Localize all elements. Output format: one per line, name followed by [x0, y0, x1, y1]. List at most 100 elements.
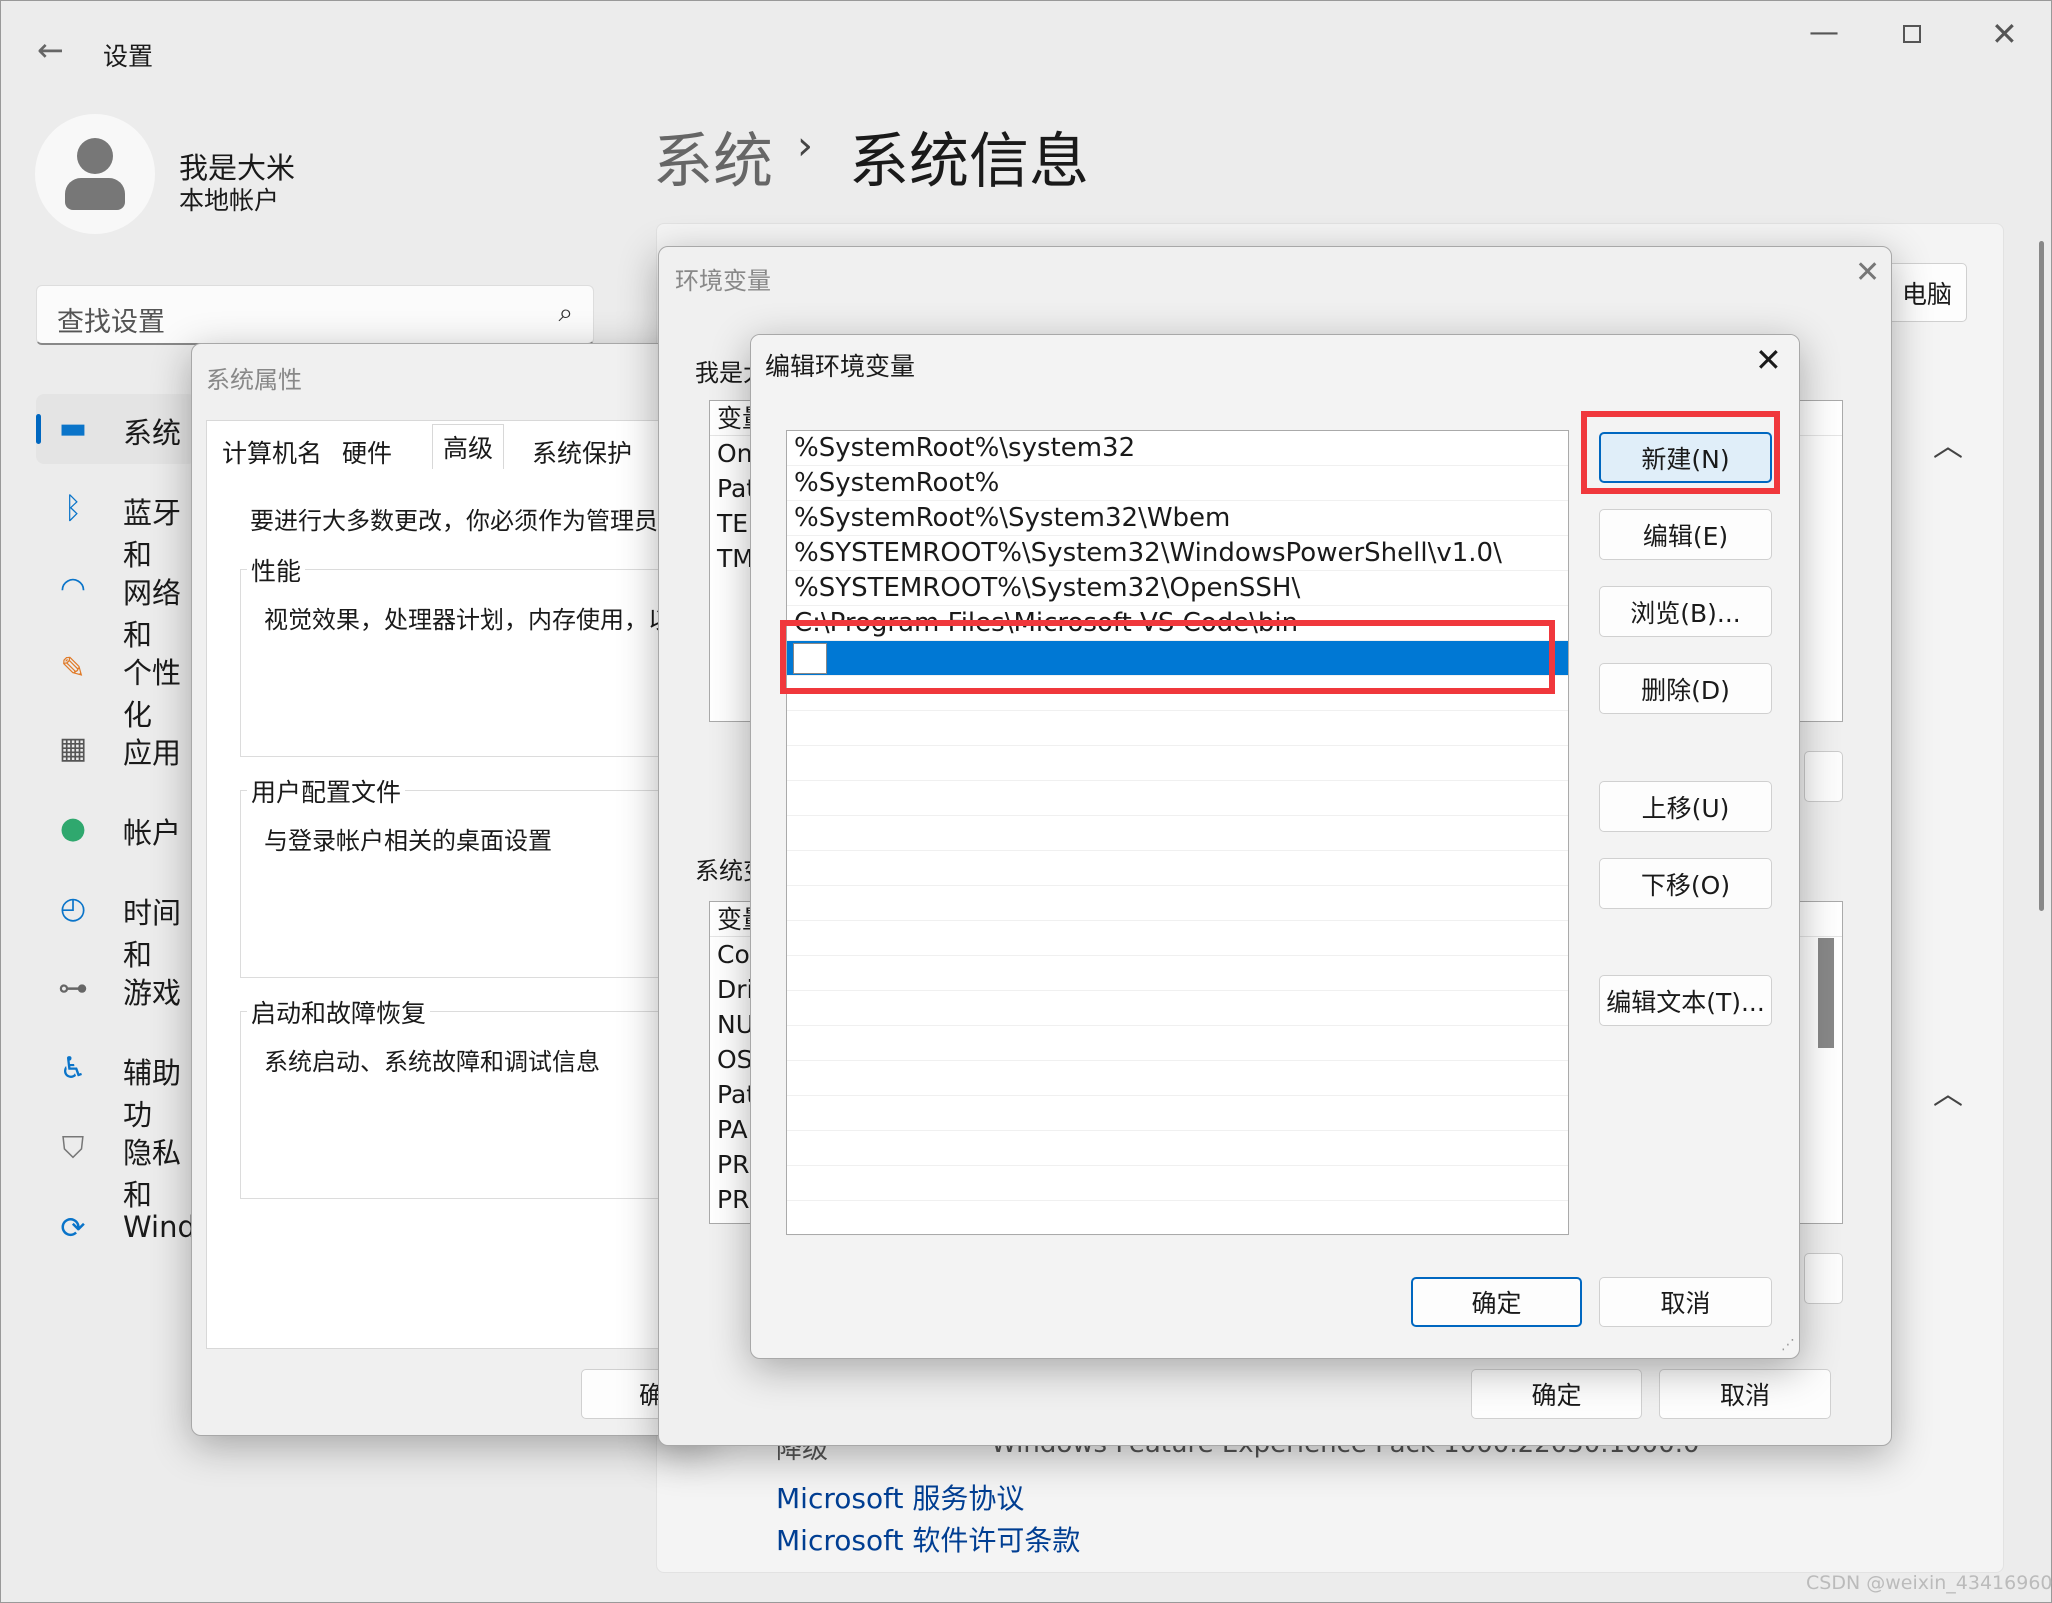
path-entry[interactable]	[787, 746, 1568, 781]
group-description: 与登录帐户相关的桌面设置	[264, 827, 552, 855]
path-entry-text: %SystemRoot%\system32	[794, 433, 1136, 463]
close-icon[interactable]: ✕	[1991, 15, 2018, 53]
clock-globe-icon: ◴	[59, 891, 87, 926]
path-entry[interactable]	[787, 851, 1568, 886]
page-title: 系统信息	[849, 127, 1089, 197]
chevron-up-icon[interactable]: ︿	[1933, 1069, 1963, 1113]
breadcrumb-parent[interactable]: 系统	[653, 113, 773, 200]
sidebar-item[interactable]: ᛒ 蓝牙和	[36, 474, 196, 573]
minimize-icon[interactable]: —	[1809, 15, 1839, 50]
tab[interactable]: 系统保护	[522, 430, 642, 474]
accessibility-icon: ♿	[59, 1051, 87, 1086]
avatar[interactable]	[35, 114, 155, 234]
wifi-icon: ◠	[59, 571, 87, 606]
person-icon	[77, 138, 113, 174]
search-placeholder: 查找设置	[57, 307, 165, 338]
cancel-button[interactable]: 取消	[1599, 1277, 1772, 1327]
path-entry[interactable]	[787, 1166, 1568, 1201]
ok-button[interactable]: 确定	[1471, 1369, 1642, 1419]
sidebar-item[interactable]: ▦ 应用	[36, 714, 196, 784]
path-entry[interactable]	[787, 886, 1568, 921]
highlight-new-button	[1581, 411, 1780, 494]
path-entry[interactable]	[787, 1026, 1568, 1061]
down-button[interactable]: 下移(O)	[1599, 858, 1772, 909]
resize-grip-icon[interactable]: ⋰	[1781, 1337, 1795, 1353]
shield-icon: ⛉	[61, 1131, 85, 1166]
scrollbar[interactable]	[2039, 241, 2044, 911]
group-label: 启动和故障恢复	[247, 994, 431, 1030]
path-entry[interactable]: %SystemRoot%	[787, 466, 1568, 501]
ok-button[interactable]: 确定	[1411, 1277, 1582, 1327]
person-icon: ●	[59, 811, 87, 846]
path-entry[interactable]: %SystemRoot%\system32	[787, 431, 1568, 466]
account-type: 本地帐户	[179, 186, 280, 215]
path-entry[interactable]	[787, 816, 1568, 851]
sidebar-item[interactable]: ◴ 时间和	[36, 874, 196, 973]
license-terms-link[interactable]: Microsoft 软件许可条款	[776, 1519, 1080, 1559]
sidebar-item[interactable]: ⟳ Windo	[36, 1194, 213, 1264]
system-properties-dialog: 系统属性 要进行大多数更改，你必须作为管理员登录。 性能 视觉效果，处理器计划，内…	[191, 343, 711, 1436]
system-var-button[interactable]	[1804, 1253, 1843, 1304]
close-icon[interactable]: ✕	[1855, 255, 1880, 290]
sidebar-item[interactable]: ▬ 系统	[36, 394, 196, 464]
settings-group: 性能视觉效果，处理器计划，内存使用，以及虚拟内存	[240, 552, 710, 757]
back-arrow-icon[interactable]: ←	[37, 31, 64, 69]
dialog-title: 编辑环境变量	[765, 352, 916, 381]
user-var-button[interactable]	[1804, 751, 1843, 802]
path-entry[interactable]: %SYSTEMROOT%\System32\WindowsPowerShell\…	[787, 536, 1568, 571]
search-input[interactable]: 查找设置 ⌕	[36, 285, 594, 345]
sidebar-item[interactable]: ♿ 辅助功	[36, 1034, 196, 1133]
sidebar-item[interactable]: ⛉ 隐私和	[36, 1114, 196, 1213]
path-entry[interactable]: %SystemRoot%\System32\Wbem	[787, 501, 1568, 536]
scrollbar-thumb[interactable]	[1818, 938, 1834, 1048]
delete-button[interactable]: 删除(D)	[1599, 663, 1772, 714]
sidebar-item[interactable]: ⊶ 游戏	[36, 954, 196, 1024]
sidebar-item[interactable]: ✎ 个性化	[36, 634, 196, 733]
path-list[interactable]: %SystemRoot%\system32 %SystemRoot% %System…	[786, 430, 1569, 1236]
dialog-title: 环境变量	[675, 267, 771, 295]
window-title: 设置	[103, 42, 154, 71]
path-entry-text: %SYSTEMROOT%\System32\OpenSSH\	[794, 573, 1301, 603]
path-entry[interactable]	[787, 1061, 1568, 1096]
path-entry[interactable]	[787, 921, 1568, 956]
tab[interactable]: 高级	[432, 424, 505, 469]
path-entry[interactable]	[787, 991, 1568, 1026]
settings-group: 用户配置文件与登录帐户相关的桌面设置	[240, 773, 680, 978]
sidebar-item-label: 帐户	[123, 816, 182, 850]
bluetooth-icon: ᛒ	[64, 491, 82, 526]
path-entry[interactable]	[787, 956, 1568, 991]
path-entry[interactable]	[787, 1096, 1568, 1131]
path-entry[interactable]	[787, 711, 1568, 746]
up-button[interactable]: 上移(U)	[1599, 781, 1772, 832]
path-entry[interactable]	[787, 1131, 1568, 1166]
apps-icon: ▦	[58, 731, 88, 766]
breadcrumb-separator: ›	[797, 123, 813, 169]
path-entry[interactable]: %SYSTEMROOT%\System32\OpenSSH\	[787, 571, 1568, 606]
watermark: CSDN @weixin_43416960	[1806, 1572, 2052, 1594]
cancel-button[interactable]: 取消	[1659, 1369, 1831, 1419]
edit-button[interactable]: 编辑(E)	[1599, 509, 1772, 560]
settings-group: 启动和故障恢复系统启动、系统故障和调试信息	[240, 994, 680, 1199]
path-entry[interactable]	[787, 781, 1568, 816]
group-description: 视觉效果，处理器计划，内存使用，以及虚拟内存	[264, 606, 710, 634]
highlight-new-entry	[780, 620, 1555, 694]
sidebar-item-label: 系统	[123, 416, 182, 450]
maximize-icon[interactable]	[1903, 25, 1921, 43]
group-label: 用户配置文件	[247, 773, 406, 809]
sidebar-item[interactable]: ◠ 网络和	[36, 554, 196, 653]
admin-note: 要进行大多数更改，你必须作为管理员登录。	[250, 507, 711, 535]
path-entry-text: %SYSTEMROOT%\System32\WindowsPowerShell\…	[794, 538, 1502, 568]
tab[interactable]: 计算机名	[212, 430, 332, 474]
chevron-up-icon[interactable]: ︿	[1933, 421, 1963, 465]
brush-icon: ✎	[60, 651, 86, 686]
group-description: 系统启动、系统故障和调试信息	[264, 1048, 600, 1076]
sidebar-item[interactable]: ● 帐户	[36, 794, 196, 864]
service-agreement-link[interactable]: Microsoft 服务协议	[776, 1477, 1024, 1517]
gamepad-icon: ⊶	[58, 971, 88, 1006]
path-entry[interactable]	[787, 1201, 1568, 1236]
browse-button[interactable]: 浏览(B)...	[1599, 586, 1772, 637]
sidebar-item-label: 游戏	[123, 976, 182, 1010]
close-icon[interactable]: ✕	[1755, 341, 1782, 379]
tab[interactable]: 硬件	[332, 430, 402, 474]
edit-text-button[interactable]: 编辑文本(T)...	[1599, 975, 1772, 1026]
